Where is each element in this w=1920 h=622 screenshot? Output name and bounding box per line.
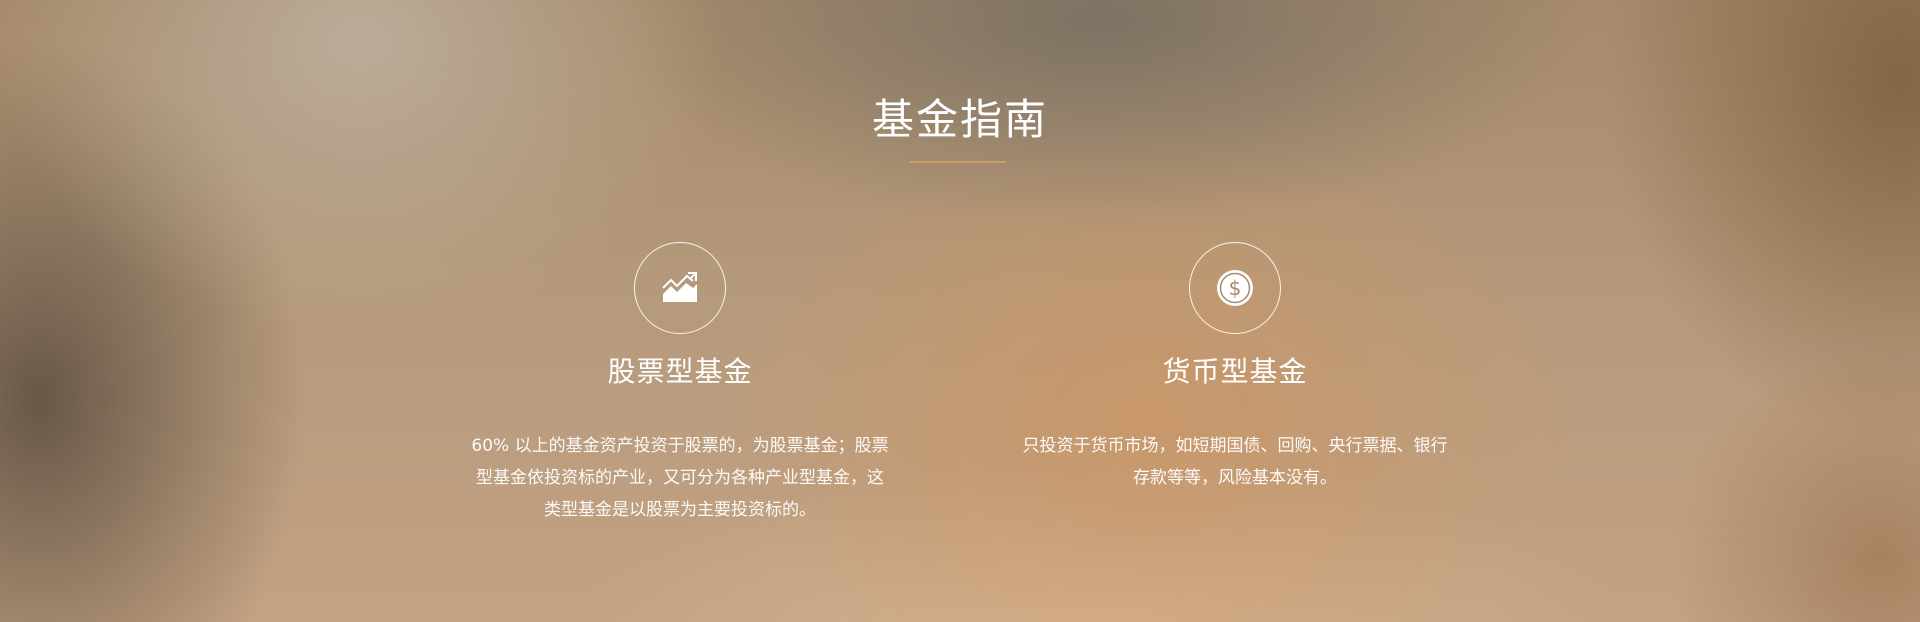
money-fund-title: 货币型基金 [1162, 355, 1308, 388]
dollar-coin-icon: $ [1217, 270, 1253, 306]
money-fund-icon-circle: $ [1189, 242, 1281, 334]
money-fund-description: 只投资于货币市场，如短期国债、回购、央行票据、银行存款等等，风险基本没有。 [1022, 436, 1448, 488]
svg-text:$: $ [1229, 276, 1242, 300]
stock-fund-title: 股票型基金 [607, 355, 753, 388]
stock-chart-icon [662, 272, 697, 302]
title-underline [910, 161, 1006, 163]
feature-stock-fund: 股票型基金 60% 以上的基金资产投资于股票的，为股票基金；股票型基金依投资标的… [400, 242, 960, 526]
section-title: 基金指南 [871, 95, 1048, 144]
feature-money-fund: $ 货币型基金 只投资于货币市场，如短期国债、回购、央行票据、银行存款等等，风险… [955, 242, 1515, 494]
fund-guide-section: 基金指南 股票型基金 60% 以上的基金资产投资于股票的，为股票基金；股票型基金… [0, 0, 1920, 622]
stock-fund-description: 60% 以上的基金资产投资于股票的，为股票基金；股票型基金依投资标的产业，又可分… [471, 436, 889, 520]
stock-fund-icon-circle [634, 242, 726, 334]
